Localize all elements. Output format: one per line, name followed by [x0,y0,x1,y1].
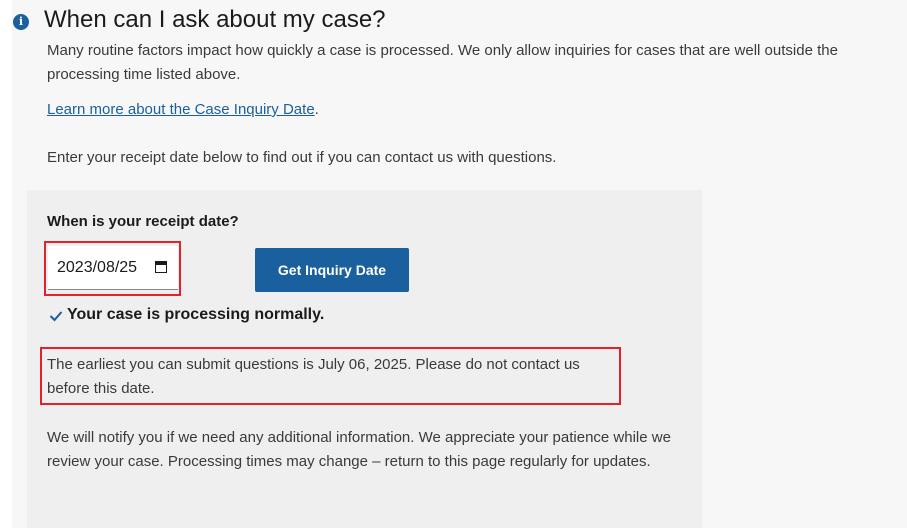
status-text: Your case is processing normally. [67,306,325,323]
section-title: When can I ask about my case? [44,6,386,33]
learn-more-link[interactable]: Learn more about the Case Inquiry Date [47,101,315,118]
status-message: Your case is processing normally. [47,306,324,324]
learn-more-line: Learn more about the Case Inquiry Date. [47,98,319,122]
notify-message: We will notify you if we need any additi… [47,429,671,470]
earliest-highlight-box [40,347,621,405]
enter-prompt: Enter your receipt date below to find ou… [47,149,557,166]
receipt-date-label: When is your receipt date? [47,213,239,230]
learn-more-suffix: . [314,101,319,118]
date-highlight-box [44,241,181,296]
intro-text: Many routine factors impact how quickly … [47,42,838,83]
info-icon: i [13,14,29,30]
get-inquiry-date-button[interactable]: Get Inquiry Date [255,248,409,292]
